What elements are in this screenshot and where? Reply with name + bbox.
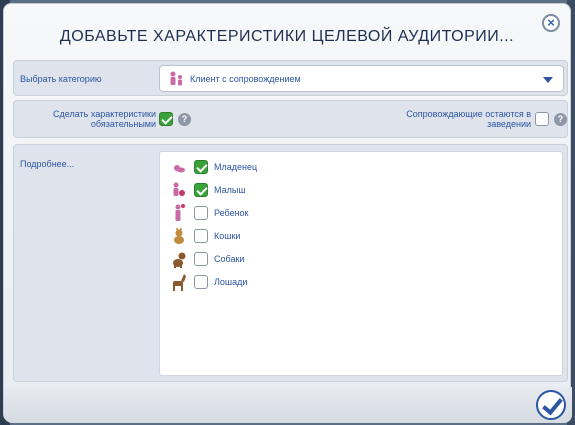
required-traits-label: Сделать характеристики обязательными [53,109,156,129]
traits-list: Младенец Малыш Ребенок Кошки Собаки Лоша… [159,151,563,376]
chevron-down-icon [543,77,553,83]
list-item-infant[interactable]: Младенец [170,157,370,177]
details-label: Подробнее... [20,159,75,169]
companions-stay-checkbox[interactable] [535,112,549,126]
toddler-checkbox[interactable] [194,183,208,197]
toddler-icon [170,180,188,200]
horse-icon [170,272,188,292]
category-row: Выбрать категорию Клиент с сопровождение… [13,60,568,96]
list-item-toddler[interactable]: Малыш [170,180,370,200]
horses-checkbox[interactable] [194,275,208,289]
toddler-label: Малыш [214,185,246,195]
child-icon [170,203,188,223]
cats-label: Кошки [214,231,241,241]
cats-checkbox[interactable] [194,229,208,243]
help-icon-required[interactable]: ? [178,113,191,126]
required-traits-checkbox[interactable] [159,112,173,126]
details-row: Подробнее... Младенец Малыш Ребенок Кошк… [13,144,568,382]
infant-checkbox[interactable] [194,160,208,174]
dogs-checkbox[interactable] [194,252,208,266]
options-row: Сделать характеристики обязательными ? С… [13,100,568,138]
infant-label: Младенец [214,162,258,172]
confirm-button[interactable] [536,390,566,420]
help-icon-companions[interactable]: ? [554,113,567,126]
list-item-dogs[interactable]: Собаки [170,249,370,269]
cat-icon [170,226,188,246]
dog-icon [170,249,188,269]
category-dropdown[interactable]: Клиент с сопровождением [159,65,564,92]
child-checkbox[interactable] [194,206,208,220]
companions-stay-label: Сопровождающие остаются в заведении [406,109,531,129]
child-label: Ребенок [214,208,249,218]
escort-client-icon [168,70,186,93]
list-item-child[interactable]: Ребенок [170,203,370,223]
dogs-label: Собаки [214,254,245,264]
infant-icon [170,157,188,177]
list-item-cats[interactable]: Кошки [170,226,370,246]
list-item-horses[interactable]: Лошади [170,272,370,292]
audience-traits-dialog: × ДОБАВЬТЕ ХАРАКТЕРИСТИКИ ЦЕЛЕВОЙ АУДИТО… [3,3,572,423]
category-label: Выбрать категорию [20,74,102,84]
horses-label: Лошади [214,277,248,287]
category-selected-value: Клиент с сопровождением [190,74,301,84]
dialog-footer [4,387,572,423]
dialog-title: ДОБАВЬТЕ ХАРАКТЕРИСТИКИ ЦЕЛЕВОЙ АУДИТОРИ… [59,28,515,45]
